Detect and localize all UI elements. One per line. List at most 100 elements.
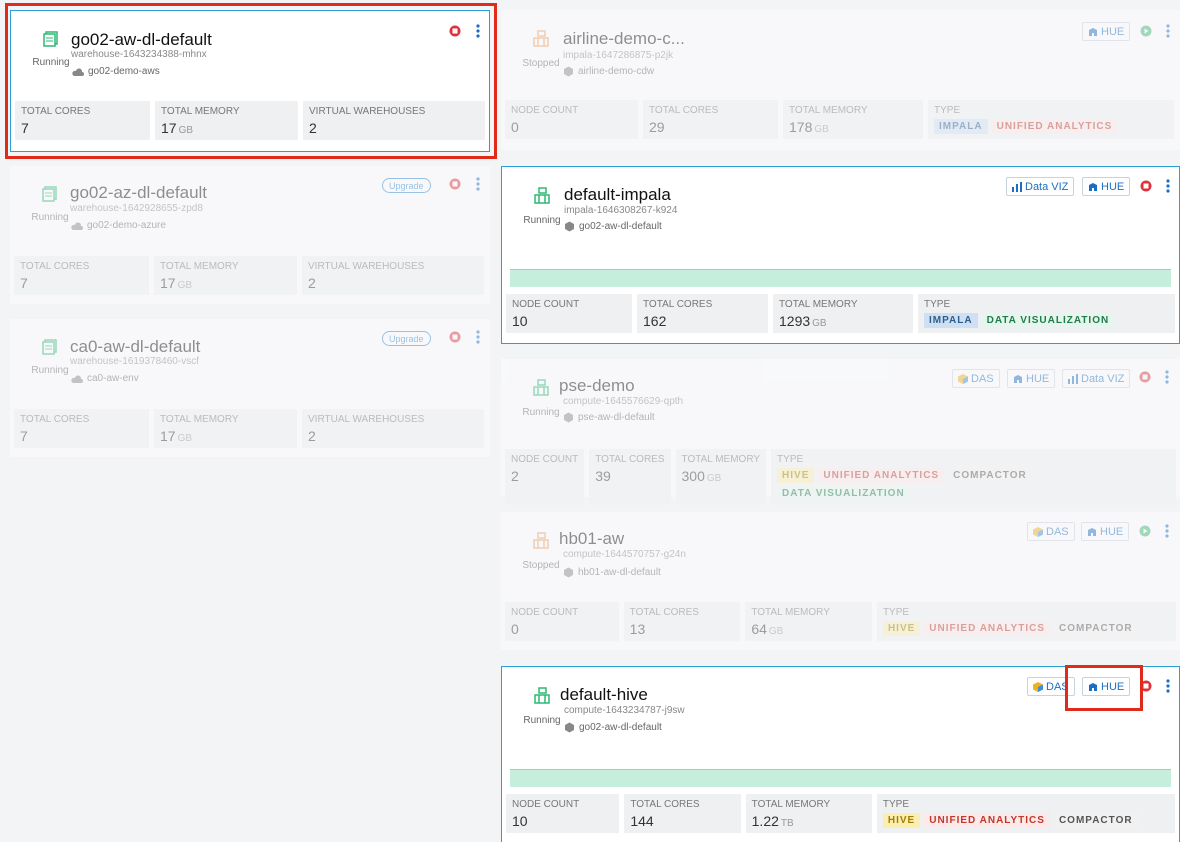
database-catalog-card[interactable]: Running ca0-aw-dl-default warehouse-1619… [10, 319, 490, 457]
vw-catalog-link[interactable]: airline-demo-cdw [563, 66, 654, 77]
hue-button[interactable]: HUE [1081, 522, 1130, 541]
das-button[interactable]: DAS [1027, 677, 1075, 696]
bar-chart-icon [1012, 181, 1022, 192]
vw-catalog-link[interactable]: go02-aw-dl-default [564, 722, 662, 733]
stat-value: 2 [308, 428, 316, 444]
kebab-menu-icon[interactable] [476, 330, 480, 344]
catalog-name: go02-aw-dl-default [579, 722, 662, 733]
kebab-menu-icon[interactable] [476, 24, 480, 38]
vw-name[interactable]: default-impala [564, 185, 671, 205]
hue-button[interactable]: HUE [1082, 677, 1131, 696]
status-label: Running [523, 215, 561, 226]
environment-link[interactable]: go02-demo-azure [70, 220, 166, 231]
kebab-menu-icon[interactable] [1166, 679, 1170, 693]
stat-node-count: NODE COUNT 0 [505, 100, 638, 139]
stop-icon[interactable] [449, 25, 461, 37]
stop-icon[interactable] [449, 178, 461, 190]
kebab-menu-icon[interactable] [476, 177, 480, 191]
stat-value: 17 GB [160, 275, 291, 291]
vw-catalog-link[interactable]: hb01-aw-dl-default [563, 567, 661, 578]
memory-unit: GB [177, 280, 193, 291]
hue-button[interactable]: HUE [1082, 177, 1131, 196]
database-catalog-card[interactable]: Running go02-aw-dl-default warehouse-164… [10, 10, 490, 152]
stat-total-memory: TOTAL MEMORY 300 GB [675, 449, 767, 505]
status-label: Running [522, 407, 560, 418]
stat-value: 7 [20, 428, 28, 444]
environment-name: go02-demo-azure [87, 220, 166, 231]
hue-icon [1089, 27, 1097, 36]
environment-name: ca0-aw-env [87, 373, 139, 384]
play-icon[interactable] [1140, 25, 1152, 37]
vw-catalog-link[interactable]: go02-aw-dl-default [564, 221, 662, 232]
stat-label: VIRTUAL WAREHOUSES [309, 106, 426, 117]
catalog-name[interactable]: ca0-aw-dl-default [70, 337, 200, 357]
stat-label: VIRTUAL WAREHOUSES [308, 414, 425, 425]
hue-button[interactable]: HUE [1007, 369, 1056, 388]
stat-label: NODE COUNT [512, 299, 580, 310]
dataviz-button[interactable]: Data VIZ [1006, 177, 1075, 196]
das-button[interactable]: DAS [952, 369, 1000, 388]
vw-name[interactable]: pse-demo [559, 376, 635, 396]
upgrade-button[interactable]: Upgrade [382, 178, 431, 193]
hue-label: HUE [1026, 372, 1050, 385]
catalog-name: pse-aw-dl-default [578, 412, 655, 423]
stat-label: TOTAL CORES [21, 106, 91, 117]
vw-name[interactable]: airline-demo-c... [563, 29, 685, 49]
stat-total-cores: TOTAL CORES 162 [637, 294, 768, 333]
hue-icon [1089, 182, 1097, 191]
usage-bar [510, 769, 1171, 787]
kebab-menu-icon[interactable] [1166, 179, 1170, 193]
memory-value: 17 [160, 275, 176, 291]
stat-type: TYPE HIVE UNIFIED ANALYTICS COMPACTOR [876, 794, 1175, 833]
das-icon [1033, 681, 1043, 692]
kebab-menu-icon[interactable] [1165, 370, 1169, 384]
database-warehouse-icon [43, 31, 58, 47]
bar-chart-icon [1068, 373, 1078, 384]
hue-button[interactable]: HUE [1082, 22, 1131, 41]
das-button[interactable]: DAS [1027, 522, 1075, 541]
stat-total-memory: TOTAL MEMORY 64 GB [745, 602, 872, 641]
catalog-name[interactable]: go02-az-dl-default [70, 183, 207, 203]
memory-unit: GB [814, 124, 829, 135]
database-catalog-card[interactable]: Running go02-az-dl-default warehouse-164… [10, 166, 490, 304]
stat-type: TYPE HIVE UNIFIED ANALYTICS COMPACTOR [876, 602, 1177, 641]
stat-label: TOTAL MEMORY [161, 106, 240, 117]
environment-link[interactable]: ca0-aw-env [70, 373, 139, 384]
dataviz-button[interactable]: Data VIZ [1062, 369, 1131, 388]
stop-icon[interactable] [449, 331, 461, 343]
stop-icon[interactable] [1140, 180, 1152, 192]
stat-label: TYPE [882, 799, 910, 810]
type-tag: COMPACTOR [1054, 621, 1138, 636]
vw-catalog-link[interactable]: pse-aw-dl-default [563, 412, 655, 423]
stop-icon[interactable] [1140, 680, 1152, 692]
stat-virtual-warehouses: VIRTUAL WAREHOUSES 2 [302, 256, 484, 295]
memory-value: 1293 [779, 313, 811, 329]
stat-label: TYPE [882, 607, 910, 618]
environment-link[interactable]: go02-demo-aws [71, 66, 160, 77]
type-tag: HIVE [882, 813, 921, 828]
catalog-id: warehouse-1642928655-zpd8 [70, 203, 203, 214]
kebab-menu-icon[interactable] [1166, 24, 1170, 38]
das-icon [958, 373, 968, 384]
play-icon[interactable] [1139, 525, 1151, 537]
vw-name[interactable]: default-hive [560, 685, 648, 705]
catalog-name[interactable]: go02-aw-dl-default [71, 30, 212, 50]
das-label: DAS [1046, 680, 1069, 693]
virtual-warehouse-icon [534, 187, 550, 204]
kebab-menu-icon[interactable] [1165, 524, 1169, 538]
stat-value: 2 [308, 275, 316, 291]
virtual-warehouse-card[interactable]: Running default-impala impala-1646308267… [501, 166, 1180, 344]
stop-icon[interactable] [1139, 371, 1151, 383]
vw-name[interactable]: hb01-aw [559, 529, 624, 549]
virtual-warehouse-card[interactable]: Stopped hb01-aw compute-1644570757-g24n … [501, 512, 1180, 650]
upgrade-button[interactable]: Upgrade [382, 331, 431, 346]
stat-type: TYPE IMPALA DATA VISUALIZATION [918, 294, 1175, 333]
stat-value: 39 [595, 468, 611, 484]
memory-value: 178 [789, 119, 813, 135]
type-tag: HIVE [882, 621, 921, 636]
virtual-warehouse-card[interactable]: Stopped airline-demo-c... impala-1647286… [501, 10, 1180, 150]
stat-value: 13 [629, 621, 646, 637]
virtual-warehouse-card[interactable]: Running pse-demo compute-1645576629-qpth… [501, 359, 1180, 505]
hue-icon [1014, 374, 1022, 383]
virtual-warehouse-card[interactable]: Running default-hive compute-1643234787-… [501, 666, 1180, 842]
